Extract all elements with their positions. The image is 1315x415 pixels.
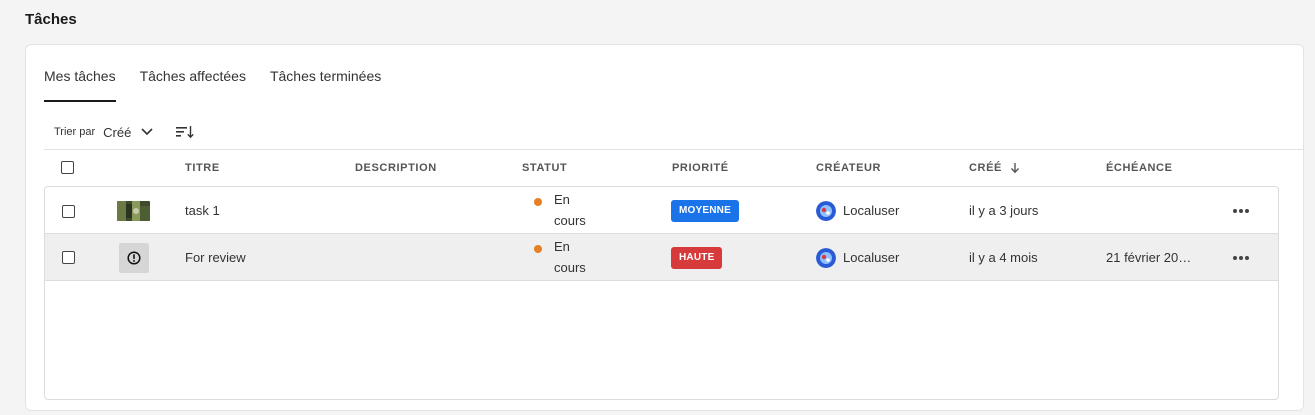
sort-select[interactable]: Créé — [103, 125, 153, 140]
status-dot — [534, 198, 542, 206]
table-row[interactable]: For review En cours HAUTE Localuser il y… — [45, 234, 1278, 281]
task-status: En cours — [534, 234, 586, 281]
select-all-checkbox[interactable] — [61, 161, 74, 174]
tabs: Mes tâches Tâches affectées Tâches termi… — [44, 45, 405, 102]
column-created-label: CRÉÉ — [969, 162, 1002, 174]
sort-descending-icon — [176, 126, 195, 139]
priority-badge: HAUTE — [671, 246, 723, 269]
column-due[interactable]: ÉCHÉANCE — [1106, 149, 1173, 187]
task-status: En cours — [534, 187, 586, 234]
page-title: Tâches — [25, 11, 77, 28]
status-dot — [534, 245, 542, 253]
arrow-down-icon — [1010, 163, 1019, 174]
chevron-down-icon — [141, 128, 153, 136]
tab-assigned-tasks[interactable]: Tâches affectées — [140, 45, 246, 102]
more-actions-button[interactable] — [1232, 234, 1250, 281]
task-creator[interactable]: Localuser — [816, 187, 899, 234]
row-thumbnail — [117, 187, 150, 234]
column-priority[interactable]: PRIORITÉ — [672, 149, 729, 187]
row-checkbox[interactable] — [62, 251, 75, 264]
creator-name: Localuser — [843, 203, 900, 218]
row-thumbnail — [119, 234, 149, 281]
table-row[interactable]: task 1 En cours MOYENNE Localuser il y a… — [45, 187, 1278, 234]
sort-direction-button[interactable] — [175, 125, 195, 139]
column-status[interactable]: STATUT — [522, 149, 567, 187]
more-actions-button[interactable] — [1232, 187, 1250, 234]
more-horizontal-icon — [1233, 255, 1249, 260]
status-text: En cours — [554, 192, 586, 228]
task-creator[interactable]: Localuser — [816, 234, 899, 281]
task-due: 21 février 20… — [1106, 250, 1192, 265]
tasks-panel: Mes tâches Tâches affectées Tâches termi… — [25, 44, 1304, 411]
task-title[interactable]: task 1 — [185, 187, 220, 234]
status-text: En cours — [554, 239, 586, 275]
task-created: il y a 4 mois — [969, 250, 1038, 265]
column-description[interactable]: DESCRIPTION — [355, 149, 437, 187]
tab-my-tasks[interactable]: Mes tâches — [44, 45, 116, 102]
task-priority: MOYENNE — [671, 187, 739, 234]
avatar — [816, 200, 836, 221]
sort-bar: Trier par Créé — [54, 122, 195, 142]
table-body: task 1 En cours MOYENNE Localuser il y a… — [44, 186, 1279, 400]
task-priority: HAUTE — [671, 234, 723, 281]
column-title[interactable]: TITRE — [185, 149, 220, 187]
sort-value: Créé — [103, 124, 132, 140]
more-horizontal-icon — [1233, 208, 1249, 213]
avatar — [816, 247, 836, 268]
image-thumbnail — [117, 200, 150, 221]
task-title[interactable]: For review — [185, 234, 246, 281]
creator-name: Localuser — [843, 250, 900, 265]
alert-icon — [119, 242, 149, 273]
column-creator[interactable]: CRÉATEUR — [816, 149, 881, 187]
table-header: TITRE DESCRIPTION STATUT PRIORITÉ CRÉATE… — [26, 149, 1303, 187]
task-created: il y a 3 jours — [969, 203, 1039, 218]
row-checkbox[interactable] — [62, 205, 75, 218]
column-created[interactable]: CRÉÉ — [969, 149, 1020, 187]
tab-completed-tasks[interactable]: Tâches terminées — [270, 45, 381, 102]
priority-badge: MOYENNE — [671, 199, 739, 222]
sort-label: Trier par — [54, 126, 96, 138]
